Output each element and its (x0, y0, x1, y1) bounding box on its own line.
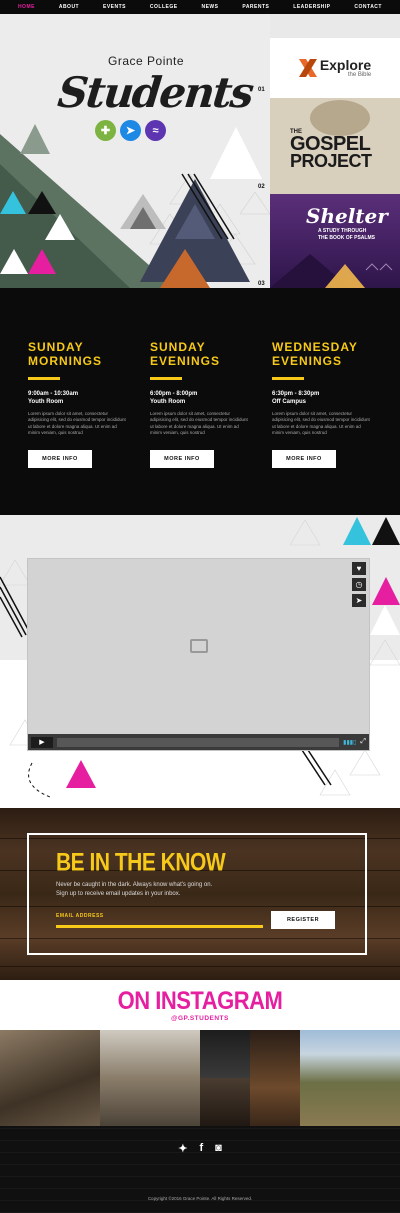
x-logo-icon (298, 59, 317, 77)
clock-icon[interactable]: ◷ (352, 578, 366, 591)
instagram-photo[interactable] (300, 1030, 400, 1126)
newsletter-text-2: Sign up to receive email updates in your… (56, 891, 181, 897)
play-icon[interactable]: ▶ (31, 736, 53, 748)
explore-title: Explore (319, 57, 372, 73)
slide-number-2[interactable]: 02 (258, 184, 265, 190)
nav-leadership[interactable]: LEADERSHIP (293, 4, 330, 10)
volume-icon[interactable]: ▮▮▮▯ (343, 739, 356, 746)
schedule-place: Youth Room (150, 398, 186, 405)
slide-explore-the-bible[interactable]: Explore the Bible (270, 38, 400, 98)
instagram-icon[interactable]: ◙ (215, 1142, 222, 1155)
video-side-icons: ♥ ◷ ➤ (352, 562, 366, 607)
arrow-icon: ➤ (120, 120, 141, 141)
divider (150, 376, 182, 380)
shelter-subtitle-2: THE BOOK OF PSALMS (318, 234, 375, 241)
schedule-column: SUNDAY EVENINGS 6:00pm - 8:00pm Youth Roo… (150, 288, 250, 515)
slide-gospel-project[interactable]: THE GOSPEL PROJECT (270, 98, 400, 194)
schedule-description: Lorem ipsum dolor sit amet, consectetur … (28, 410, 126, 436)
hero: Grace Pointe Students ✚ ➤ ≈ 01 02 03 Exp… (0, 14, 400, 288)
schedule-title-line2: MORNINGS (28, 354, 102, 369)
fullscreen-icon[interactable]: ⤢ (360, 738, 366, 746)
copyright: Copyright ©2016 Grace Pointe. All Rights… (147, 1196, 253, 1201)
schedule-time: 6:00pm - 8:00pm (150, 390, 198, 397)
nav-news[interactable]: NEWS (201, 4, 218, 10)
schedule-time: 9:00am - 10:30am (28, 390, 79, 397)
schedule-place: Youth Room (28, 398, 64, 405)
more-info-button[interactable]: MORE INFO (150, 449, 214, 468)
shelter-title: Shelter (306, 204, 388, 228)
instagram-photo-stack (200, 1030, 250, 1126)
send-icon[interactable]: ➤ (352, 594, 366, 607)
video-controls: ▶ ▮▮▮▯ ⤢ (28, 734, 369, 750)
newsletter-section: BE IN THE KNOW Never be caught in the da… (0, 808, 400, 980)
slide-thumbnails: Explore the Bible THE GOSPEL PROJECT She… (270, 14, 400, 288)
wave-icon: ≈ (145, 120, 166, 141)
slide-shelter[interactable]: Shelter A STUDY THROUGH THE BOOK OF PSAL… (270, 194, 400, 288)
divider (28, 376, 60, 380)
logo-students: Students (55, 68, 255, 117)
email-field[interactable]: EMAIL ADDRESS (56, 913, 263, 928)
facebook-icon[interactable]: f (199, 1142, 203, 1155)
instagram-title: ON INSTAGRAM (117, 986, 283, 1015)
logo-badges: ✚ ➤ ≈ (95, 120, 166, 141)
instagram-grid (0, 1030, 400, 1126)
instagram-photo[interactable] (200, 1078, 250, 1126)
slide-number-3[interactable]: 03 (258, 281, 265, 287)
register-button[interactable]: REGISTER (271, 911, 335, 929)
social-links: ✦ f ◙ (0, 1142, 400, 1155)
schedule-description: Lorem ipsum dolor sit amet, consectetur … (150, 410, 248, 436)
instagram-photo[interactable] (100, 1030, 200, 1126)
video-progress-bar[interactable] (57, 737, 340, 747)
schedule-time: 6:30pm - 8:30pm (272, 390, 320, 397)
video-player[interactable]: ▶ ▮▮▮▯ ⤢ (27, 558, 370, 751)
schedule-title-line1: WEDNESDAY (272, 340, 358, 354)
more-info-button[interactable]: MORE INFO (28, 449, 92, 468)
schedule-title-line2: EVENINGS (150, 354, 221, 369)
twitter-icon[interactable]: ✦ (178, 1142, 187, 1155)
nav-home[interactable]: HOME (18, 4, 35, 10)
schedule-section: SUNDAY MORNINGS 9:00am - 10:30am Youth Ro… (0, 288, 400, 515)
newsletter-box: BE IN THE KNOW Never be caught in the da… (27, 833, 367, 955)
nav-parents[interactable]: PARENTS (242, 4, 269, 10)
more-info-button[interactable]: MORE INFO (272, 449, 336, 468)
instagram-header: ON INSTAGRAM @GP.STUDENTS (0, 980, 400, 1030)
schedule-column: WEDNESDAY EVENINGS 6:30pm - 8:30pm Off Ca… (272, 288, 372, 515)
schedule-title-line2: EVENINGS (272, 354, 343, 369)
plus-icon: ✚ (95, 120, 116, 141)
instagram-photo[interactable] (200, 1030, 250, 1078)
image-placeholder-icon (190, 639, 208, 653)
newsletter-title: BE IN THE KNOW (56, 849, 226, 877)
divider (272, 376, 304, 380)
schedule-description: Lorem ipsum dolor sit amet, consectetur … (272, 410, 370, 436)
instagram-photo[interactable] (0, 1030, 100, 1126)
schedule-column: SUNDAY MORNINGS 9:00am - 10:30am Youth Ro… (28, 288, 128, 515)
nav-contact[interactable]: CONTACT (354, 4, 382, 10)
logo-grace-pointe: Grace Pointe (108, 54, 185, 68)
instagram-photo[interactable] (250, 1030, 300, 1126)
nav-about[interactable]: ABOUT (59, 4, 79, 10)
newsletter-text-1: Never be caught in the dark. Always know… (56, 882, 213, 888)
schedule-title-line1: SUNDAY (28, 340, 84, 354)
video-section: ▶ ▮▮▮▯ ⤢ ♥ ◷ ➤ (0, 515, 400, 808)
nav-events[interactable]: EVENTS (103, 4, 126, 10)
project-title: PROJECT (290, 151, 372, 172)
schedule-title-line1: SUNDAY (150, 340, 206, 354)
slide-number-1[interactable]: 01 (258, 87, 265, 93)
instagram-handle[interactable]: @GP.STUDENTS (0, 1015, 400, 1022)
top-nav: HOME ABOUT EVENTS COLLEGE NEWS PARENTS L… (0, 0, 400, 14)
heart-icon[interactable]: ♥ (352, 562, 366, 575)
hero-art: Grace Pointe Students ✚ ➤ ≈ (0, 14, 270, 288)
nav-college[interactable]: COLLEGE (150, 4, 178, 10)
footer: ✦ f ◙ Copyright ©2016 Grace Pointe. All … (0, 1126, 400, 1213)
schedule-place: Off Campus (272, 398, 307, 405)
